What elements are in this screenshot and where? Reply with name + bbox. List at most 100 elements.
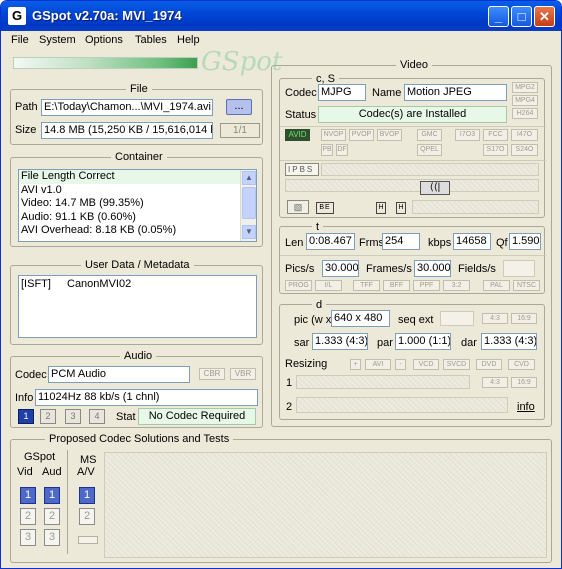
path-field[interactable]: E:\Today\Chamon...\MVI_1974.avi [41, 99, 213, 116]
app-icon[interactable]: G [8, 7, 26, 25]
close-button[interactable]: ✕ [534, 6, 555, 27]
audio-info-label: Info [15, 392, 34, 404]
frame-type-strip [321, 163, 539, 176]
gspot-vid-1[interactable]: 1 [20, 487, 36, 504]
s170-button[interactable]: S17O [483, 144, 508, 156]
thumbnail-icon[interactable]: ▧ [287, 200, 309, 214]
scroll-up-icon[interactable]: ▲ [242, 171, 256, 185]
svcd-button[interactable]: SVCD [443, 359, 470, 370]
resize-minus-button[interactable]: - [395, 359, 406, 370]
audio-stream-1[interactable]: 1 [18, 409, 34, 424]
resize-avi-button[interactable]: AVI [365, 359, 391, 370]
df-button[interactable]: DF [336, 144, 348, 156]
menu-help[interactable]: Help [177, 34, 200, 46]
resize-row-1-label: 1 [286, 377, 293, 389]
vbr-button[interactable]: VBR [230, 368, 256, 380]
browse-button[interactable]: ... [226, 99, 252, 115]
seq-ext-label: seq ext [398, 314, 434, 326]
sar-label: sar [294, 337, 310, 349]
il-button[interactable]: I/L [315, 280, 342, 291]
frames-label: Frames/s [366, 263, 412, 275]
audio-codec-label: Codec [15, 369, 47, 381]
s240-button[interactable]: S24O [511, 144, 538, 156]
gspot-label: GSpot [24, 451, 56, 463]
userdata-group: User Data / Metadata [ISFT] CanonMVI02 [10, 258, 263, 345]
prog-button[interactable]: PROG [285, 280, 312, 291]
cvd-button[interactable]: CVD [508, 359, 535, 370]
ntsc-button[interactable]: NTSC [513, 280, 540, 291]
divider [280, 160, 546, 161]
menu-options[interactable]: Options [85, 34, 123, 46]
ar-43-button[interactable]: 4:3 [482, 313, 508, 324]
maximize-button[interactable]: □ [511, 6, 532, 27]
gmc-button[interactable]: GMC [417, 129, 442, 141]
video-status-field: Codec(s) are Installed [318, 106, 507, 123]
tff-button[interactable]: TFF [353, 280, 380, 291]
qpel-button[interactable]: QPEL [417, 144, 442, 156]
avid-indicator: AVID [285, 129, 310, 141]
mpg2-button[interactable]: MPG2 [512, 82, 538, 93]
audio-codec-field: PCM Audio [48, 366, 190, 383]
audio-stream-2[interactable]: 2 [40, 409, 56, 424]
menu-tables[interactable]: Tables [135, 34, 167, 46]
par-label: par [377, 337, 393, 349]
ms-av-1[interactable]: 1 [79, 487, 95, 504]
title-bar[interactable]: G GSpot v2.70a: MVI_1974 _ □ ✕ [1, 1, 561, 31]
divider [67, 450, 68, 554]
scroll-thumb[interactable] [242, 187, 256, 219]
gspot-aud-3[interactable]: 3 [44, 529, 60, 546]
len-label: Len [285, 237, 304, 249]
ms-av-2[interactable]: 2 [79, 508, 95, 525]
resize-43-button[interactable]: 4:3 [482, 377, 508, 388]
i703-button[interactable]: I7O3 [455, 129, 480, 141]
audio-stream-4[interactable]: 4 [89, 409, 105, 424]
menu-system[interactable]: System [39, 34, 76, 46]
audio-stream-3[interactable]: 3 [65, 409, 81, 424]
bitrate-strip [285, 179, 539, 192]
gspot-aud-2[interactable]: 2 [44, 508, 60, 525]
bvop-button[interactable]: BVOP [377, 129, 402, 141]
pvop-button[interactable]: PVOP [349, 129, 374, 141]
pic-field: 640 x 480 [331, 310, 390, 327]
i470-button[interactable]: I47O [511, 129, 538, 141]
vcd-button[interactable]: VCD [413, 359, 439, 370]
timeline-strip [412, 200, 539, 214]
resize-169-button[interactable]: 16:9 [511, 377, 537, 388]
timeline-h-marker[interactable]: H [376, 202, 386, 214]
bff-button[interactable]: BFF [383, 280, 410, 291]
nvop-button[interactable]: NVOP [321, 129, 346, 141]
minimize-button[interactable]: _ [488, 6, 509, 27]
ms-av-3-placeholder [78, 536, 98, 544]
list-item: File Length Correct [19, 170, 256, 184]
mpg4-button[interactable]: MPG4 [512, 95, 538, 106]
resize-plus-button[interactable]: + [350, 359, 361, 370]
frame-type-s: S [306, 165, 315, 174]
pic-label: pic (w x [294, 314, 332, 326]
fcc-button[interactable]: FCC [483, 129, 508, 141]
dvd-button[interactable]: DVD [476, 359, 502, 370]
ppf-button[interactable]: PPF [413, 280, 440, 291]
h264-button[interactable]: H264 [512, 108, 538, 119]
pulldown-32-button[interactable]: 3:2 [443, 280, 470, 291]
cbr-button[interactable]: CBR [199, 368, 225, 380]
dar-label: dar [461, 337, 477, 349]
seek-icon[interactable]: ⟨⟨| [420, 181, 450, 195]
vid-label: Vid [17, 466, 33, 478]
gspot-vid-2[interactable]: 2 [20, 508, 36, 525]
gspot-vid-3[interactable]: 3 [20, 529, 36, 546]
container-list[interactable]: File Length Correct AVI v1.0 Video: 14.7… [18, 169, 257, 242]
userdata-list[interactable]: [ISFT] CanonMVI02 [18, 275, 257, 338]
scrollbar[interactable]: ▲ ▼ [240, 170, 256, 241]
ar-169-button[interactable]: 16:9 [511, 313, 537, 324]
timeline-h-marker-2[interactable]: H [396, 202, 406, 214]
fields-field [503, 260, 535, 277]
info-link[interactable]: info [517, 400, 535, 414]
frame-type-b: B [299, 165, 307, 174]
pal-button[interactable]: PAL [483, 280, 510, 291]
gspot-aud-1[interactable]: 1 [44, 487, 60, 504]
dar-field: 1.333 (4:3) [481, 333, 537, 350]
timeline-be-marker[interactable]: BE [316, 202, 334, 214]
pb-button[interactable]: PB [321, 144, 333, 156]
menu-file[interactable]: File [11, 34, 29, 46]
scroll-down-icon[interactable]: ▼ [242, 225, 256, 239]
